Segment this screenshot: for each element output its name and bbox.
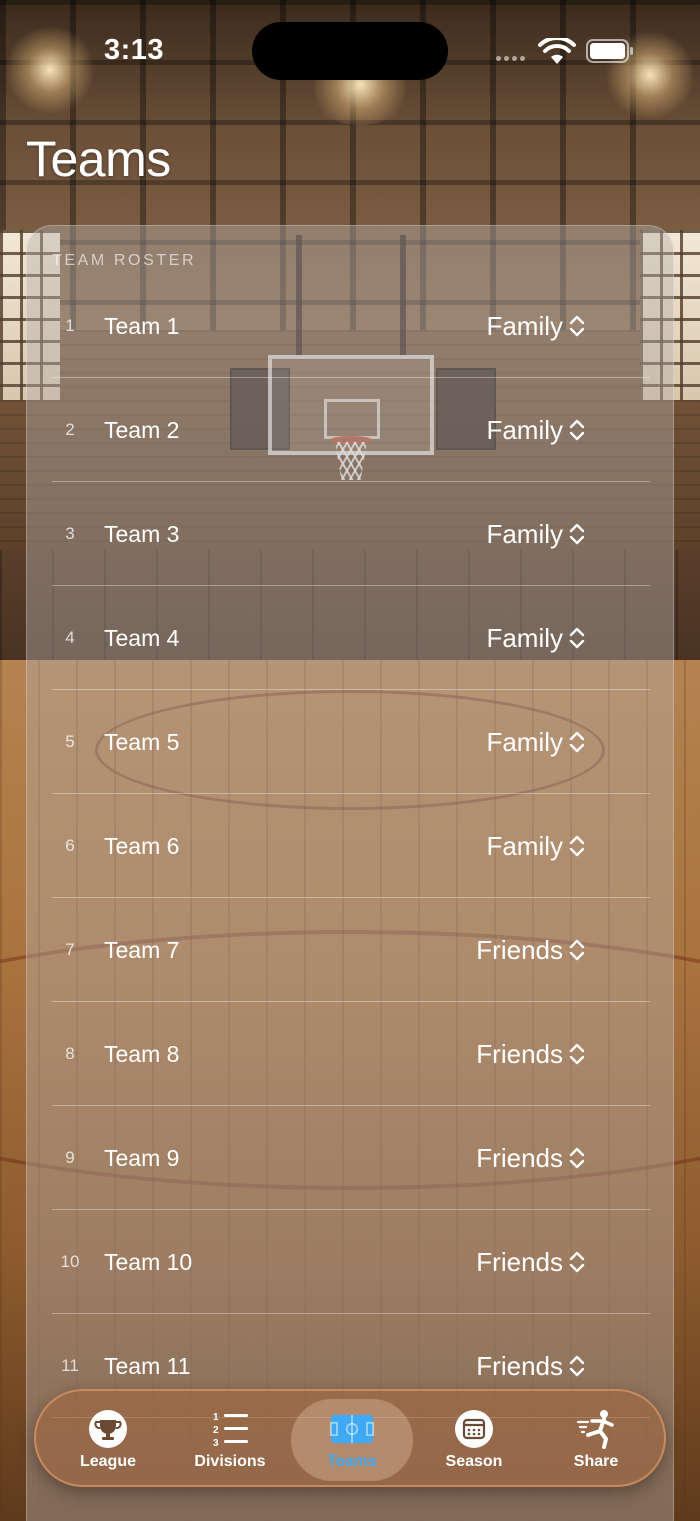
team-group-picker[interactable]: Friends [476,898,585,1002]
team-number: 6 [65,836,75,855]
chevron-up-down-icon [569,939,585,961]
tab-bar: League 1 2 3 Divisions Teams Season Shar… [34,1389,666,1487]
team-name: Team 5 [104,729,180,755]
tab-label: Season [445,1453,503,1470]
team-name: Team 6 [104,833,180,859]
team-group-label: Family [486,518,563,549]
svg-text:3: 3 [213,1438,219,1449]
tab-label: Share [573,1453,619,1470]
dynamic-island [252,22,448,80]
team-row: 2 Team 2 Family [27,378,673,482]
chevron-up-down-icon [569,627,585,649]
svg-text:2: 2 [213,1425,219,1436]
team-name: Team 4 [104,625,180,651]
team-number: 7 [65,940,75,959]
court-icon [330,1414,374,1444]
chevron-up-down-icon [569,1043,585,1065]
chevron-up-down-icon [569,835,585,857]
team-row: 9 Team 9 Friends [27,1106,673,1210]
team-group-label: Family [486,830,563,861]
chevron-up-down-icon [569,523,585,545]
tab-share[interactable]: Share [535,1399,657,1481]
team-name: Team 2 [104,417,180,443]
calendar-icon [455,1410,493,1448]
team-group-picker[interactable]: Family [486,794,585,898]
battery-icon [586,39,633,63]
numbered-list-icon: 1 2 3 [213,1412,248,1449]
chevron-up-down-icon [569,731,585,753]
team-number: 4 [65,628,75,647]
team-group-picker[interactable]: Family [486,586,585,690]
section-header: TEAM ROSTER [52,252,197,269]
team-group-label: Friends [476,1038,563,1069]
tab-teams[interactable]: Teams [291,1399,413,1481]
team-name: Team 3 [104,521,180,547]
team-name: Team 10 [104,1249,193,1275]
team-row: 10 Team 10 Friends [27,1210,673,1314]
team-group-picker[interactable]: Family [486,482,585,586]
team-group-label: Friends [476,1142,563,1173]
tab-label: Divisions [194,1453,266,1470]
team-group-label: Friends [476,934,563,965]
team-row: 5 Team 5 Family [27,690,673,794]
team-number: 5 [65,732,75,751]
team-number: 3 [65,524,75,543]
team-name: Team 9 [104,1145,180,1171]
kick-icon [576,1410,614,1449]
team-group-label: Friends [476,1246,563,1277]
team-group-picker[interactable]: Family [486,378,585,482]
page-title: Teams [26,131,171,187]
team-group-picker[interactable]: Friends [476,1002,585,1106]
team-group-picker[interactable]: Family [486,274,585,378]
team-name: Team 8 [104,1041,180,1067]
team-number: 1 [65,316,75,335]
team-group-label: Friends [476,1350,563,1381]
chevron-up-down-icon [569,315,585,337]
team-name: Team 1 [104,313,180,339]
team-row: 8 Team 8 Friends [27,1002,673,1106]
trophy-icon [89,1410,127,1448]
team-group-picker[interactable]: Friends [476,1106,585,1210]
team-row: 7 Team 7 Friends [27,898,673,1002]
team-number: 2 [65,420,75,439]
team-group-picker[interactable]: Friends [476,1210,585,1314]
team-row: 1 Team 1 Family [27,274,673,378]
team-row: 3 Team 3 Family [27,482,673,586]
tab-league[interactable]: League [47,1399,169,1481]
chevron-up-down-icon [569,419,585,441]
wifi-icon [538,38,576,64]
chevron-up-down-icon [569,1355,585,1377]
tab-season[interactable]: Season [413,1399,535,1481]
team-name: Team 7 [104,937,180,963]
tab-label: Teams [327,1453,377,1470]
team-roster-card: TEAM ROSTER 1 Team 1 Family 2 Team 2 Fam… [26,225,674,1521]
team-number: 8 [65,1044,75,1063]
tab-divisions[interactable]: 1 2 3 Divisions [169,1399,291,1481]
team-number: 9 [65,1148,75,1167]
team-group-label: Family [486,414,563,445]
team-row: 4 Team 4 Family [27,586,673,690]
team-group-label: Family [486,310,563,341]
status-time: 3:13 [104,34,165,66]
team-group-label: Family [486,622,563,653]
chevron-up-down-icon [569,1147,585,1169]
team-row: 6 Team 6 Family [27,794,673,898]
svg-text:1: 1 [213,1412,219,1423]
team-group-picker[interactable]: Family [486,690,585,794]
team-group-label: Family [486,726,563,757]
tab-label: League [79,1453,136,1470]
chevron-up-down-icon [569,1251,585,1273]
team-number: 10 [60,1252,80,1271]
cellular-signal-icon [496,56,525,61]
